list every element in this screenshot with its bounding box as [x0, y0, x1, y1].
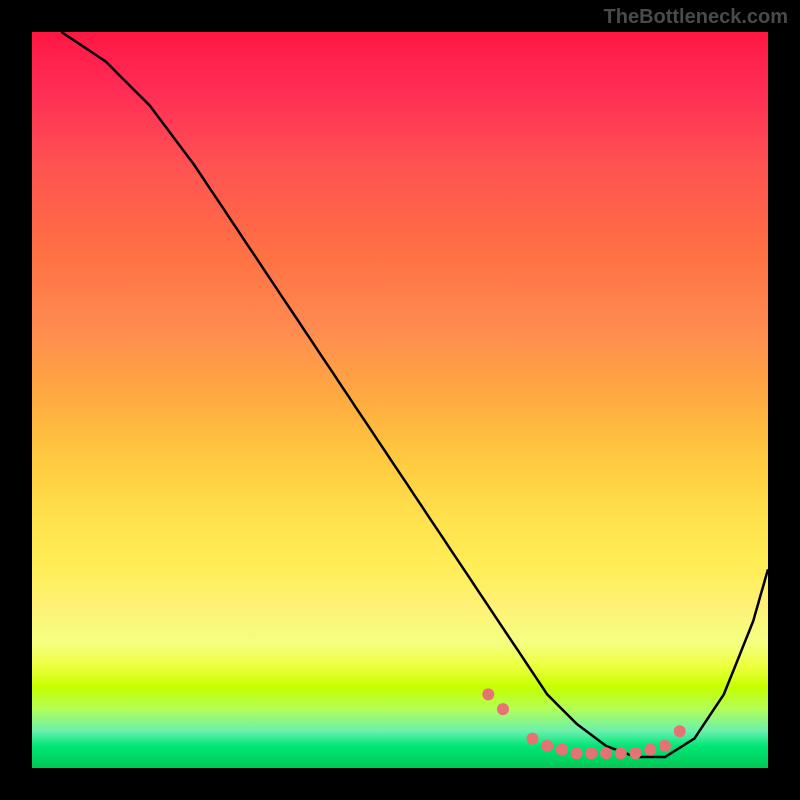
data-marker: [644, 744, 656, 756]
data-marker: [630, 747, 642, 759]
data-marker: [571, 747, 583, 759]
data-marker: [659, 740, 671, 752]
data-marker: [541, 740, 553, 752]
data-marker: [556, 744, 568, 756]
data-marker: [615, 747, 627, 759]
watermark-text: TheBottleneck.com: [604, 6, 788, 29]
data-marker: [600, 747, 612, 759]
data-marker: [527, 733, 539, 745]
data-markers: [482, 688, 685, 759]
data-marker: [497, 703, 509, 715]
chart-svg: [32, 32, 768, 768]
bottleneck-curve: [61, 32, 768, 757]
data-marker: [482, 688, 494, 700]
data-marker: [585, 747, 597, 759]
plot-area: [32, 32, 768, 768]
data-marker: [674, 725, 686, 737]
